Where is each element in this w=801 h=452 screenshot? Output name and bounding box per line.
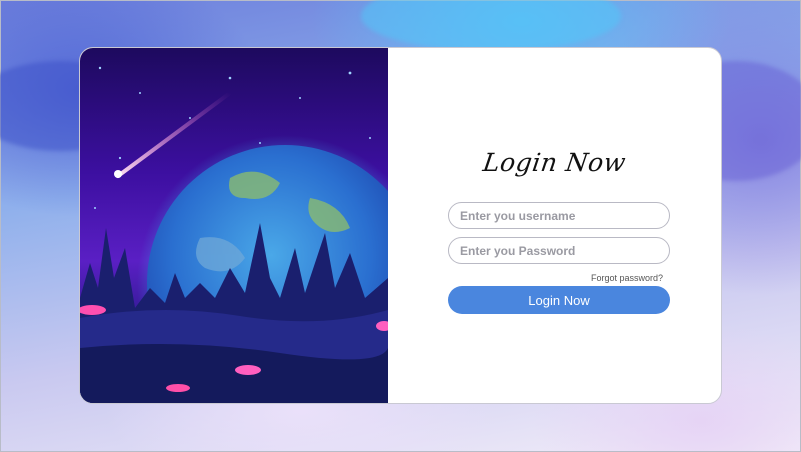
password-input[interactable]: [448, 237, 670, 264]
login-card: Login Now Forgot password? Login Now: [79, 47, 722, 404]
login-title: Login Now: [481, 148, 628, 177]
login-button[interactable]: Login Now: [448, 286, 670, 314]
space-illustration: [80, 48, 388, 403]
login-form: Login Now Forgot password? Login Now: [388, 48, 721, 403]
forgot-password-link[interactable]: Forgot password?: [591, 273, 663, 283]
username-input[interactable]: [448, 202, 670, 229]
space-scene-svg: [80, 66, 388, 403]
brush-stroke: [361, 0, 621, 51]
